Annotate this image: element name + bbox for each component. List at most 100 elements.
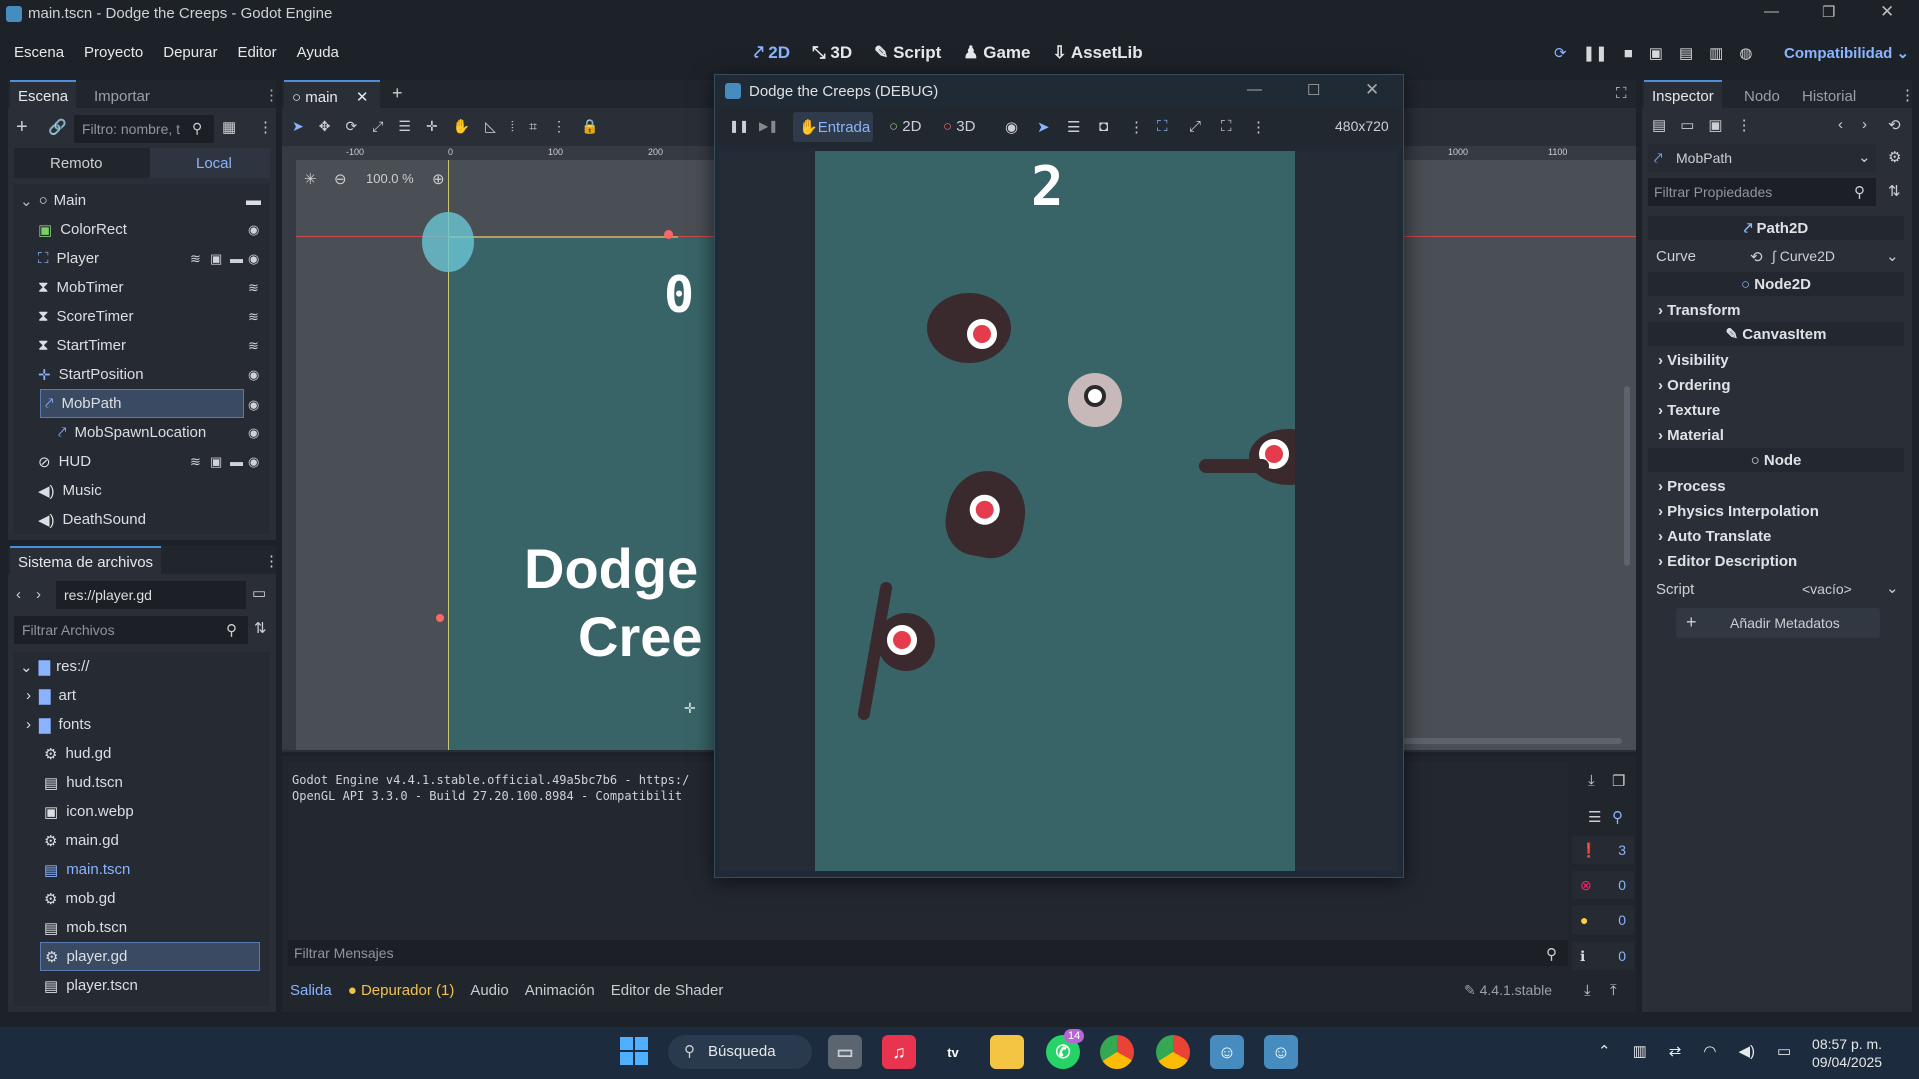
file-item-player-tscn[interactable]: ▤ player.tscn	[44, 971, 264, 1000]
collapse-icon[interactable]: ☰	[1588, 808, 1601, 826]
scene-filter-input[interactable]: Filtro: nombre, t ⚲	[74, 115, 214, 143]
signal-icon[interactable]: ≋	[190, 251, 201, 267]
script-value[interactable]: <vacío>	[1802, 581, 1852, 597]
movie-maker-icon[interactable]: ◍	[1739, 44, 1752, 62]
chrome-profile-icon[interactable]	[1156, 1035, 1190, 1069]
pause-icon[interactable]: ❚❚	[729, 119, 749, 133]
close-icon[interactable]: ✕	[1365, 80, 1379, 100]
local-tab[interactable]: Local	[150, 148, 270, 178]
godot-debug-icon[interactable]: ☺	[1264, 1035, 1298, 1069]
node-settings-icon[interactable]: ⚙	[1888, 148, 1901, 166]
add-metadata-button[interactable]: + Añadir Metadatos	[1676, 608, 1880, 638]
clock[interactable]: 08:57 p. m. 09/04/2025	[1812, 1035, 1882, 1071]
tree-node-mobpath[interactable]: ⤤ MobPath	[40, 389, 244, 418]
chevron-down-icon[interactable]: ⌄	[1886, 247, 1899, 265]
tab-filesystem[interactable]: Sistema de archivos	[10, 546, 162, 577]
sort-icon[interactable]: ⇅	[254, 619, 267, 637]
tab-historial[interactable]: Historial	[1794, 82, 1864, 111]
object-selector[interactable]: ⤤ MobPath ⌄	[1648, 144, 1876, 172]
file-item-mob-gd[interactable]: ⚙ mob.gd	[44, 884, 264, 913]
tab-depurador[interactable]: ● Depurador (1)	[348, 982, 455, 999]
minimize-icon[interactable]: —	[1247, 81, 1262, 98]
link-icon[interactable]: 🔗	[48, 118, 67, 136]
expand-icon[interactable]: ›	[26, 716, 31, 733]
close-icon[interactable]: ✕	[1880, 2, 1894, 22]
pin-panel-icon[interactable]: ⤓	[1584, 982, 1591, 999]
mode-3d-button[interactable]: ⤡ 3D	[812, 43, 852, 63]
copy-icon[interactable]: ❐	[1612, 772, 1625, 790]
search-icon[interactable]: ⚲	[1612, 808, 1623, 826]
snap-menu-icon[interactable]: ⋮	[552, 118, 566, 135]
instance-scene-icon[interactable]: ▦	[222, 118, 236, 136]
game-render-area[interactable]: 2	[719, 151, 1397, 871]
tab-escena[interactable]: Escena	[10, 80, 77, 111]
menu-proyecto[interactable]: Proyecto	[84, 44, 143, 61]
tree-node-hud[interactable]: ⊘ HUD ≋ ▣ ▬ ◉	[38, 447, 270, 476]
forward-icon[interactable]: ›	[36, 586, 41, 603]
file-explorer-icon[interactable]	[990, 1035, 1024, 1069]
eye-icon[interactable]: ◉	[248, 425, 259, 441]
apple-music-icon[interactable]: ♫	[882, 1035, 916, 1069]
chevron-up-icon[interactable]: ⌃	[1598, 1042, 1611, 1060]
file-item-art[interactable]: › ▇ art	[26, 681, 264, 710]
new-resource-icon[interactable]: ▤	[1652, 116, 1666, 134]
history-icon[interactable]: ⟲	[1888, 116, 1901, 134]
next-frame-icon[interactable]: ▶❚	[759, 119, 778, 133]
stop-icon[interactable]: ■	[1624, 45, 1633, 62]
chevron-down-icon[interactable]: ⌄	[1886, 579, 1899, 597]
script-icon[interactable]: ▬	[230, 454, 243, 469]
eye-icon[interactable]: ◉	[248, 222, 259, 238]
zoom-out-icon[interactable]: ⊖	[334, 170, 347, 188]
reload-icon[interactable]: ⟳	[1554, 44, 1567, 62]
eye-icon[interactable]: ◉	[248, 454, 259, 470]
tab-importar[interactable]: Importar	[86, 82, 158, 111]
menu-editor[interactable]: Editor	[237, 44, 276, 61]
mode-2d-toggle[interactable]: ○ 2D	[889, 118, 921, 135]
remote-tab[interactable]: Remoto	[50, 155, 103, 172]
tree-node-mobtimer[interactable]: ⧗ MobTimer ≋	[38, 273, 270, 302]
list-select-icon[interactable]: ☰	[1067, 118, 1080, 136]
counter-warnings[interactable]: ● 0	[1572, 906, 1634, 934]
lock-icon[interactable]: 🔒	[581, 118, 598, 135]
expand-panel-icon[interactable]: ⤒	[1610, 982, 1617, 999]
apple-tv-icon[interactable]: tv	[936, 1035, 970, 1069]
tree-node-mobspawnlocation[interactable]: ⤤ MobSpawnLocation ◉	[58, 418, 270, 447]
smart-snap-icon[interactable]: ⦙	[511, 118, 514, 135]
fixed-size-icon[interactable]: ⛶	[1157, 118, 1168, 135]
tree-node-deathsound[interactable]: ◀) DeathSound	[38, 505, 270, 534]
scene-icon[interactable]: ▣	[210, 454, 222, 470]
distraction-free-icon[interactable]: ⛶	[1616, 85, 1627, 102]
extra-menu-icon[interactable]: ⋮	[1737, 116, 1752, 134]
vertical-scrollbar[interactable]	[1624, 386, 1630, 566]
eye-icon[interactable]: ◉	[248, 251, 259, 267]
wifi-icon[interactable]: ◠	[1703, 1042, 1716, 1060]
file-filter-input[interactable]: Filtrar Archivos ⚲	[14, 616, 248, 644]
property-visibility[interactable]: › Visibility	[1648, 348, 1904, 373]
minimize-icon[interactable]: —	[1764, 3, 1779, 20]
battery-icon[interactable]: ▭	[1777, 1042, 1791, 1060]
menu-ayuda[interactable]: Ayuda	[297, 44, 339, 61]
forward-icon[interactable]: ›	[1862, 116, 1867, 133]
tree-node-scoretimer[interactable]: ⧗ ScoreTimer ≋	[38, 302, 270, 331]
expand-icon[interactable]: ⌄	[20, 192, 33, 210]
task-view-icon[interactable]: ▭	[828, 1035, 862, 1069]
property-auto-translate[interactable]: › Auto Translate	[1648, 524, 1904, 549]
file-item-icon-webp[interactable]: ▣ icon.webp	[44, 797, 264, 826]
keep-aspect-icon[interactable]: ⤢	[1189, 118, 1201, 135]
file-item-mob-tscn[interactable]: ▤ mob.tscn	[44, 913, 264, 942]
file-item-hud-tscn[interactable]: ▤ hud.tscn	[44, 768, 264, 797]
script-icon[interactable]: ▬	[246, 192, 261, 209]
counter-errors[interactable]: ⊗ 0	[1572, 871, 1634, 899]
move-tool-icon[interactable]: ✥	[319, 118, 331, 135]
file-item-main-tscn[interactable]: ▤ main.tscn	[44, 855, 264, 884]
reset-icon[interactable]: ⟲	[1750, 248, 1763, 266]
signal-icon[interactable]: ≋	[190, 454, 201, 470]
network-transfer-icon[interactable]: ⇄	[1669, 1042, 1682, 1060]
more-icon[interactable]: ⋮	[1251, 118, 1266, 136]
filter-properties-input[interactable]: Filtrar Propiedades ⚲	[1648, 178, 1876, 206]
tab-salida[interactable]: Salida	[290, 982, 332, 999]
counter-info[interactable]: ℹ0	[1572, 942, 1634, 970]
stretch-icon[interactable]: ⛶	[1221, 118, 1232, 135]
tree-node-music[interactable]: ◀) Music	[38, 476, 270, 505]
open-folder-icon[interactable]: ▭	[1680, 116, 1694, 134]
